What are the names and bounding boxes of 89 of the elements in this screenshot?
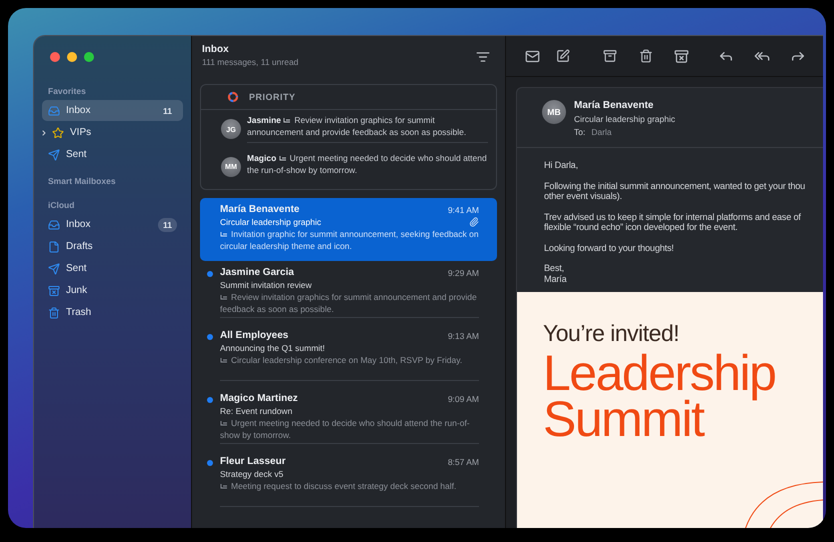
body-text: Following the initial summit announcement, wanted to get your thou — [544, 180, 806, 191]
message-item[interactable]: Magico Martinez 9:09 AM Re: Event rundown Urgent meeting needed to decide who should attend the run-of-show by tomorrow. — [200, 387, 497, 450]
summary-icon — [220, 357, 228, 364]
close-button[interactable] — [50, 52, 60, 62]
paper-plane-icon — [48, 148, 60, 160]
mailbox-label: Drafts — [66, 241, 94, 252]
sender-name: María Benavente — [574, 100, 654, 111]
message-subject: Announcing the Q1 summit! — [220, 343, 325, 353]
mailbox-item[interactable]: Sent — [42, 144, 183, 165]
message-time: 8:57 AM — [448, 456, 479, 466]
body-text: Best, — [544, 263, 565, 274]
inbox-icon — [48, 104, 60, 116]
sender-name: All Employees — [220, 330, 288, 341]
body-text: other event visuals). — [544, 191, 624, 202]
sender-name: Jasmine Garcia — [220, 267, 294, 278]
body-text: flexible “round echo” icon developed for the event. — [544, 222, 739, 232]
message-item[interactable]: All Employees 9:13 AM Announcing the Q1 summit! Circular leadership conference on May 10th, RSVP by Friday. — [200, 324, 497, 387]
message-time: 9:41 AM — [448, 204, 479, 214]
section-heading: Favorites — [47, 85, 87, 98]
junk-icon[interactable] — [673, 48, 690, 64]
mailbox-label: Junk — [66, 285, 88, 296]
invite-heading: You’re invited! — [543, 320, 680, 347]
mailbox-label: Inbox — [66, 105, 92, 116]
mailbox-title: Inbox — [202, 44, 230, 55]
mailbox-label: Trash — [66, 307, 92, 318]
summary-icon — [220, 420, 228, 428]
document-icon — [48, 240, 60, 252]
message-preview: Review invitation graphics for summit announcement and provide feedback as soon as possible. — [220, 292, 478, 315]
priority-summary[interactable]: Jasmine Review invitation graphics for summit announcement and provide feedback as soon as possible. — [247, 115, 488, 143]
recipient-name: Darla — [591, 127, 612, 137]
sender-name: Magico Martinez — [220, 393, 298, 404]
recipient-label: To: — [574, 127, 586, 137]
mailbox-label: Inbox — [66, 219, 92, 230]
star-icon — [52, 126, 64, 138]
body-text: Hi Darla, — [544, 160, 579, 170]
message-item[interactable]: Fleur Lasseur 8:57 AM Strategy deck v5 Meeting request to discuss event strategy deck second half. — [200, 450, 497, 513]
summary-icon — [220, 483, 228, 490]
sender-name: Fleur Lasseur — [220, 456, 286, 467]
minimize-button[interactable] — [67, 52, 77, 62]
message-subject: Circular leadership graphic — [220, 217, 322, 227]
paper-plane-icon — [48, 262, 60, 274]
mailbox-item[interactable]: Drafts — [42, 236, 183, 257]
mailbox-label: Sent — [66, 149, 88, 160]
priority-summary[interactable]: Magico Urgent meeting needed to decide who should attend the run-of-show by tomorrow. — [247, 153, 488, 180]
body-text: Looking forward to your thoughts! — [544, 242, 675, 253]
compose-icon[interactable] — [554, 48, 571, 64]
message-preview: Urgent meeting needed to decide who should attend the run-of-show by tomorrow. — [220, 418, 471, 441]
message-time: 9:09 AM — [448, 394, 479, 404]
message-count: 111 messages, 11 unread — [202, 57, 300, 67]
section-heading: iCloud — [47, 199, 76, 212]
summary-icon — [220, 231, 228, 238]
priority-label: PRIORITY — [249, 92, 296, 102]
unread-count: 11 — [162, 104, 173, 118]
message-subject: Re: Event rundown — [220, 406, 292, 416]
message-time: 9:29 AM — [448, 268, 479, 278]
summary-icon — [283, 117, 292, 124]
summary-icon — [278, 155, 287, 162]
summary-icon — [220, 294, 228, 302]
message-item[interactable]: María Benavente 9:41 AM Circular leadership graphic Invitation graphic for summit announcement, seeking feedback on circular leadership theme and icon. — [200, 198, 497, 261]
section-heading: Smart Mailboxes — [47, 175, 117, 188]
mailbox-item[interactable]: Inbox 11 — [42, 214, 183, 235]
zoom-button[interactable] — [84, 52, 94, 62]
archive-icon[interactable] — [601, 48, 618, 64]
mailbox-item[interactable]: Trash — [42, 302, 183, 323]
message-time: 9:13 AM — [448, 330, 479, 340]
message-preview: Circular leadership conference on May 10th, RSVP by Friday. — [220, 355, 479, 366]
message-subject: Summit invitation review — [220, 280, 312, 290]
message-preview: Invitation graphic for summit announcement, seeking feedback on circular leadership theme and icon. — [220, 229, 479, 252]
mailbox-label: VIPs — [70, 127, 92, 138]
mailbox-item[interactable]: VIPs — [42, 122, 183, 143]
junk-icon — [48, 284, 60, 296]
inbox-icon — [48, 218, 60, 230]
avatar: MB — [542, 100, 566, 124]
mailbox-label: Sent — [66, 263, 88, 274]
body-text: María — [544, 274, 568, 284]
mailbox-item[interactable]: Junk — [42, 280, 183, 301]
message-item[interactable]: Jasmine Garcia 9:29 AM Summit invitation review Review invitation graphics for summit announcement and provide feedback as soon as possible. — [200, 261, 497, 324]
sender-name: María Benavente — [220, 204, 300, 215]
priority-icon — [227, 91, 239, 103]
body-text: Trev advised us to keep it simple for internal platforms and ease of — [544, 212, 802, 222]
mailbox-item[interactable]: Inbox 11 — [42, 100, 183, 121]
unread-count: 11 — [158, 218, 177, 232]
message-subject: Strategy deck v5 — [220, 469, 284, 479]
message-subject: Circular leadership graphic — [574, 114, 676, 124]
mailbox-item[interactable]: Sent — [42, 258, 183, 279]
trash-icon[interactable] — [637, 48, 654, 64]
trash-icon — [48, 306, 60, 318]
message-preview: Meeting request to discuss event strategy deck second half. — [220, 481, 479, 492]
chevron-icon[interactable] — [40, 128, 48, 136]
